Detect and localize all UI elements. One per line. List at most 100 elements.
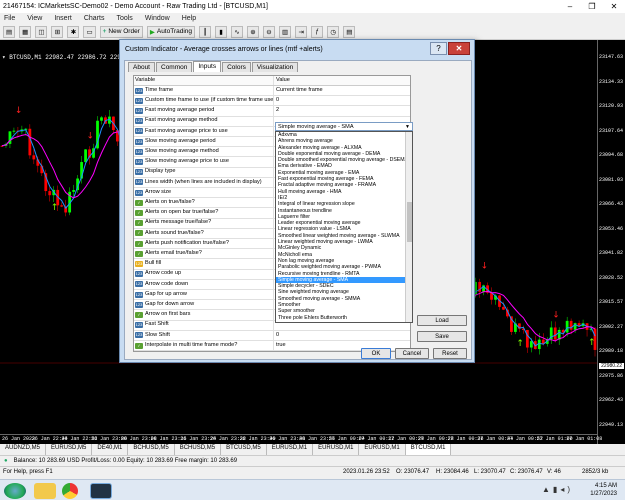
line-chart-icon[interactable]: ∿ — [231, 25, 244, 38]
minimize-button[interactable]: – — [559, 0, 581, 13]
navigator-icon[interactable]: ✱ — [67, 25, 80, 38]
tab-about[interactable]: About — [128, 62, 155, 72]
tab-inputs[interactable]: Inputs — [193, 61, 222, 72]
chart-tab[interactable]: EURUSD,M5 — [46, 444, 93, 455]
price-scale[interactable]: 23147.63 23134.33 23120.93 23107.64 23094.68… — [597, 40, 625, 444]
input-name-cell: ✓ Alerts push notification true/false? — [134, 239, 274, 249]
reset-button[interactable]: Reset — [433, 348, 467, 359]
maximize-button[interactable]: ❐ — [581, 0, 603, 13]
chart-tab[interactable]: EURUSD,M1 — [313, 444, 360, 455]
status-volume: V: 46 — [547, 469, 561, 475]
metatrader-icon[interactable] — [90, 483, 112, 499]
menu-insert[interactable]: Insert — [54, 15, 72, 22]
menu-help[interactable]: Help — [182, 15, 196, 22]
menu-file[interactable]: File — [4, 15, 15, 22]
input-row[interactable]: 123 Fast moving average period 2 — [134, 106, 410, 117]
scrollbar-thumb[interactable] — [407, 202, 412, 242]
save-button[interactable]: Save — [417, 331, 467, 342]
chrome-icon[interactable] — [62, 483, 78, 499]
file-explorer-icon[interactable] — [34, 483, 56, 499]
chevron-down-icon[interactable]: ▼ — [405, 123, 410, 131]
chart-tab[interactable]: DE40,M1 — [92, 444, 129, 455]
sell-arrow-icon: ↓ — [15, 106, 23, 116]
chart-tab[interactable]: EURUSD,M1 — [267, 444, 314, 455]
input-name-cell: 123 Arrow code down — [134, 279, 274, 289]
chart-tabs: AUDNZD,M5 EURUSD,M5 DE40,M1 BCHUSD,M5 BCHUSD… — [0, 444, 625, 455]
input-value-cell[interactable]: 2 — [274, 106, 410, 115]
numeric-param-icon: 123 — [135, 271, 143, 278]
numeric-param-icon: 123 — [135, 281, 143, 288]
input-value-cell[interactable]: Current time frame — [274, 86, 410, 95]
boolean-param-icon: ✓ — [135, 311, 143, 318]
input-name: Fast moving average price to use — [145, 127, 228, 134]
start-icon[interactable] — [4, 483, 26, 499]
dropdown-scrollbar[interactable] — [405, 132, 412, 322]
system-clock[interactable]: 4:15 AM 1/27/2023 — [590, 482, 617, 498]
window-title: 21467154: ICMarketsSC-Demo02 - Demo Acco… — [3, 3, 268, 10]
numeric-param-icon: 123 — [135, 87, 143, 94]
candle-body — [60, 205, 64, 207]
numeric-param-icon: 123 — [135, 189, 143, 196]
zoom-in-icon[interactable]: ⊕ — [247, 25, 260, 38]
numeric-param-icon: 123 — [135, 107, 143, 114]
dialog-help-button[interactable]: ? — [430, 42, 447, 55]
terminal-icon[interactable]: ▭ — [83, 25, 96, 38]
chart-tab[interactable]: EURUSD,M1 — [359, 444, 406, 455]
candle-chart-icon[interactable]: ▮ — [215, 25, 228, 38]
profiles-icon[interactable]: ▦ — [19, 25, 32, 38]
load-button[interactable]: Load — [417, 315, 467, 326]
window-controls: – ❐ ✕ — [559, 0, 625, 13]
boolean-param-icon: ✓ — [135, 230, 143, 237]
sell-arrow-icon: ↓ — [87, 131, 95, 141]
input-name: Alerts message true/false? — [145, 219, 212, 226]
ok-button[interactable]: OK — [361, 348, 391, 359]
time-scale[interactable]: 26 Jan 2023 26 Jan 22:44 26 Jan 22:52 26 Ja… — [0, 434, 602, 444]
chart-tab[interactable]: BCHUSD,M5 — [175, 444, 222, 455]
tab-colors[interactable]: Colors — [222, 62, 251, 72]
new-order-button[interactable]: + New Order — [99, 25, 143, 38]
input-row[interactable]: 123 Time frame Current time frame — [134, 86, 410, 97]
account-bar: ● Balance: 10 283.69 USD Profit/Loss: 0.… — [0, 455, 625, 466]
autoscroll-icon[interactable]: ⇥ — [295, 25, 308, 38]
input-name: Slow moving average period — [145, 137, 216, 144]
new-chart-icon[interactable]: ▤ — [3, 25, 16, 38]
chart-tab[interactable]: BCHUSD,M5 — [128, 444, 175, 455]
candle-body — [553, 327, 557, 340]
buy-arrow-icon: ↑ — [588, 338, 596, 348]
price-label: 23107.64 — [598, 127, 623, 134]
indicators-icon[interactable]: ƒ — [311, 25, 324, 38]
templates-icon[interactable]: ▤ — [343, 25, 356, 38]
tile-icon[interactable]: ▥ — [279, 25, 292, 38]
data-window-icon[interactable]: ⊞ — [51, 25, 64, 38]
input-row[interactable]: 123 Custom time frame to use (if custom t… — [134, 96, 410, 107]
market-watch-icon[interactable]: ◫ — [35, 25, 48, 38]
input-value-cell[interactable]: 0 — [274, 331, 410, 340]
menu-window[interactable]: Window — [145, 15, 170, 22]
close-window-button[interactable]: ✕ — [603, 0, 625, 13]
input-name-cell: 123 Fast moving average method — [134, 116, 274, 126]
autotrading-button[interactable]: ▶ AutoTrading — [146, 25, 196, 38]
menu-view[interactable]: View — [27, 15, 42, 22]
price-label: 22962.43 — [598, 397, 623, 403]
numeric-param-icon: 123 — [135, 158, 143, 165]
periods-icon[interactable]: ◷ — [327, 25, 340, 38]
bar-chart-icon[interactable]: ┃ — [199, 25, 212, 38]
dialog-close-button[interactable]: ✕ — [448, 42, 470, 55]
ma-method-combo[interactable]: Simple moving average - SMA ▼ — [275, 122, 413, 131]
price-label: 23094.68 — [598, 152, 623, 158]
chart-tab[interactable]: AUDNZD,M5 — [0, 444, 47, 455]
input-name: Alerts push notification true/false? — [145, 239, 229, 246]
chart-tab[interactable]: BTCUSD,M5 — [221, 444, 267, 455]
input-value-cell[interactable]: 0 — [274, 96, 410, 105]
cancel-button[interactable]: Cancel — [395, 348, 429, 359]
menu-charts[interactable]: Charts — [84, 15, 105, 22]
tab-common[interactable]: Common — [156, 62, 193, 72]
system-tray-icons[interactable]: ▲▮◂) — [542, 485, 573, 494]
dropdown-option[interactable]: Three pole Ehlers Butterworth — [276, 315, 412, 321]
menu-tools[interactable]: Tools — [116, 15, 132, 22]
tab-visualization[interactable]: Visualization — [251, 62, 299, 72]
input-row[interactable]: 123 Slow Shift 0 — [134, 330, 410, 341]
chart-tab[interactable]: BTCUSD,M1 — [405, 444, 452, 455]
input-name-cell: 123 Gap for down arrow — [134, 300, 274, 310]
zoom-out-icon[interactable]: ⊖ — [263, 25, 276, 38]
